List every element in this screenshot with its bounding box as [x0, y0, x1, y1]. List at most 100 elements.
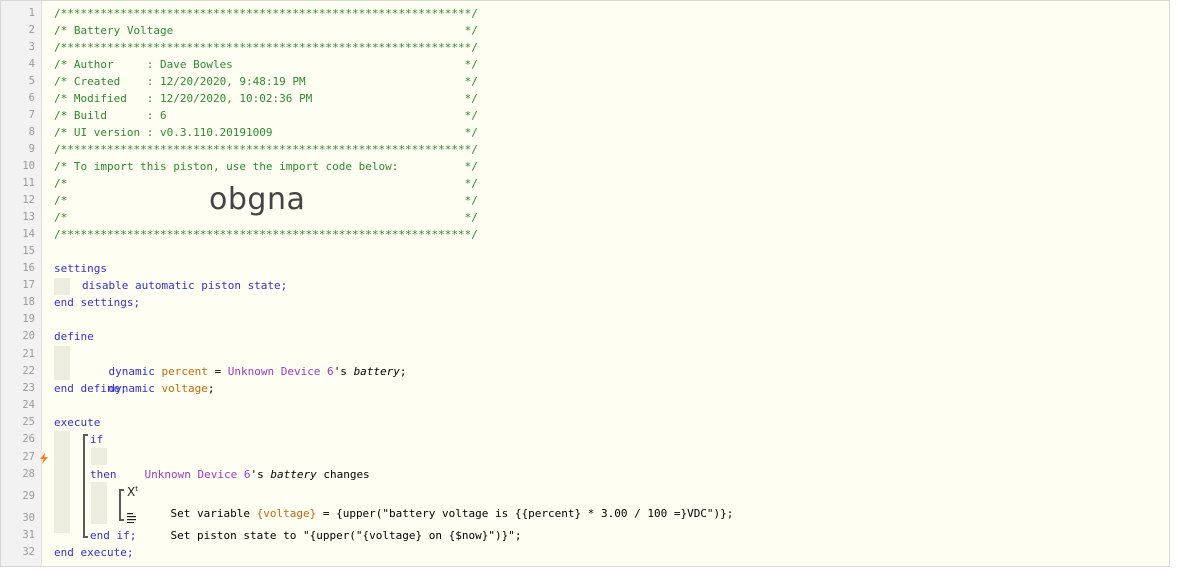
attribute-name: battery	[270, 468, 317, 481]
line-number: 5	[28, 75, 35, 87]
if-block-bracket	[83, 434, 85, 538]
code-line: 19	[1, 311, 1169, 328]
line-number: 26	[22, 433, 35, 445]
set-variable-icon: Xt	[127, 485, 138, 499]
define-voltage-line: dynamic voltage;	[82, 363, 1178, 395]
code-line: 12/* */	[1, 192, 1169, 209]
line-number: 2	[28, 24, 35, 36]
code-text: /* Author : Dave Bowles */	[54, 58, 478, 71]
code-text: /* Battery Voltage */	[54, 24, 478, 37]
action-expression: "{upper("{voltage} on {$now}")}";	[302, 529, 522, 542]
line-number: 3	[28, 41, 35, 53]
code-text: /***************************************…	[54, 143, 478, 156]
line-number: 18	[22, 296, 35, 308]
line-number: 15	[22, 245, 35, 257]
line-number: 20	[22, 330, 35, 342]
indent-guide	[91, 448, 107, 465]
indent-guide	[91, 482, 107, 524]
code-line: 11/* */	[1, 175, 1169, 192]
code-line: 10 /* To import this piston, use the impo…	[1, 158, 1169, 175]
variable-name: voltage	[161, 382, 208, 395]
set-variable-action[interactable]: Set variable {voltage} = {upper("battery…	[144, 488, 1178, 520]
define-percent-line: dynamic percent = Unknown Device 6's bat…	[82, 346, 1178, 378]
code-line: 25 execute	[1, 414, 1169, 431]
code-text: /***************************************…	[54, 41, 478, 54]
code-text: /* Created : 12/20/2020, 9:48:19 PM */	[54, 75, 478, 88]
line-number: 10	[22, 160, 35, 172]
indent-guide	[54, 278, 70, 295]
code-text: /* Build : 6 */	[54, 109, 478, 122]
code-line: 8 /* UI version : v0.3.110.20191009 */	[1, 124, 1169, 141]
if-block-bracket-top	[83, 434, 88, 436]
indent-guide	[54, 346, 70, 380]
code-text: /***************************************…	[54, 7, 478, 20]
line-number: 14	[22, 228, 35, 240]
text-lines-icon	[127, 508, 137, 527]
line-number: 25	[22, 416, 35, 428]
code-line: 20 define	[1, 328, 1169, 345]
code-line: 14 /*************************************…	[1, 226, 1169, 243]
line-number: 6	[28, 92, 35, 104]
code-text: /***************************************…	[54, 228, 478, 241]
condition-line[interactable]: Unknown Device 6's battery changes	[118, 449, 1178, 481]
possessive: 's	[250, 468, 271, 481]
code-text: /* Modified : 12/20/2020, 10:02:36 PM */	[54, 92, 478, 105]
code-text: end if;	[90, 529, 137, 542]
comparison: changes	[316, 468, 370, 481]
code-text: end settings;	[54, 296, 141, 309]
code-text: /* To import this piston, use the import…	[54, 160, 478, 173]
line-number: 13	[22, 211, 35, 223]
line-number: 4	[28, 58, 35, 70]
set-piston-state-action[interactable]: Set piston state to "{upper("{voltage} o…	[144, 510, 1178, 542]
line-number: 31	[22, 529, 35, 541]
actions-bracket-bottom	[119, 519, 124, 521]
lightning-bolt-icon	[40, 453, 48, 466]
code-text: disable automatic piston state;	[82, 279, 288, 292]
device-name: Unknown Device 6	[144, 468, 251, 481]
code-line: 13/* */	[1, 209, 1169, 226]
code-line: 3 /**************************************…	[1, 39, 1169, 56]
code-text: settings	[54, 262, 107, 275]
code-line: 18 end settings;	[1, 294, 1169, 311]
action-label: Set piston state to	[170, 529, 303, 542]
line-number: 23	[22, 382, 35, 394]
line-number: 17	[22, 279, 35, 291]
code-line: 26 if	[1, 431, 1169, 448]
code-text: end execute;	[54, 546, 134, 559]
terminator: ;	[207, 382, 215, 395]
line-number: 11	[22, 177, 35, 189]
dynamic-keyword: dynamic	[108, 382, 155, 395]
code-line: 4 /* Author : Dave Bowles */	[1, 56, 1169, 73]
code-line: 2 /* Battery Voltage */	[1, 22, 1169, 39]
code-line: 7 /* Build : 6 */	[1, 107, 1169, 124]
line-number: 16	[22, 262, 35, 274]
code-text: define	[54, 330, 94, 343]
line-number: 12	[22, 194, 35, 206]
line-number: 19	[22, 313, 35, 325]
if-block-bracket-bottom	[83, 536, 88, 538]
line-number: 21	[22, 348, 35, 360]
code-line: 17 disable automatic piston state;	[1, 277, 1169, 294]
line-number: 8	[28, 126, 35, 138]
piston-code-viewer: 1 /**************************************…	[0, 0, 1170, 567]
line-number: 7	[28, 109, 35, 121]
code-line: 6 /* Modified : 12/20/2020, 10:02:36 PM *…	[1, 90, 1169, 107]
code-line: 32 end execute;	[1, 544, 1169, 561]
code-line: 5 /* Created : 12/20/2020, 9:48:19 PM */	[1, 73, 1169, 90]
code-text: then	[90, 468, 117, 481]
code-text: if	[90, 433, 104, 446]
code-line: 24	[1, 397, 1169, 414]
indent-guide	[54, 431, 70, 533]
line-number: 1	[28, 7, 35, 19]
import-code: obgna	[209, 182, 306, 217]
line-number: 28	[22, 468, 35, 480]
code-text: execute	[54, 416, 101, 429]
code-line: 9 /**************************************…	[1, 141, 1169, 158]
code-line: 1 /**************************************…	[1, 5, 1169, 22]
line-number: 30	[22, 512, 35, 524]
line-number: 22	[22, 365, 35, 377]
line-number: 27	[22, 451, 35, 463]
line-number: 29	[22, 490, 35, 502]
code-text: /* UI version : v0.3.110.20191009 */	[54, 126, 478, 139]
line-number: 9	[28, 143, 35, 155]
